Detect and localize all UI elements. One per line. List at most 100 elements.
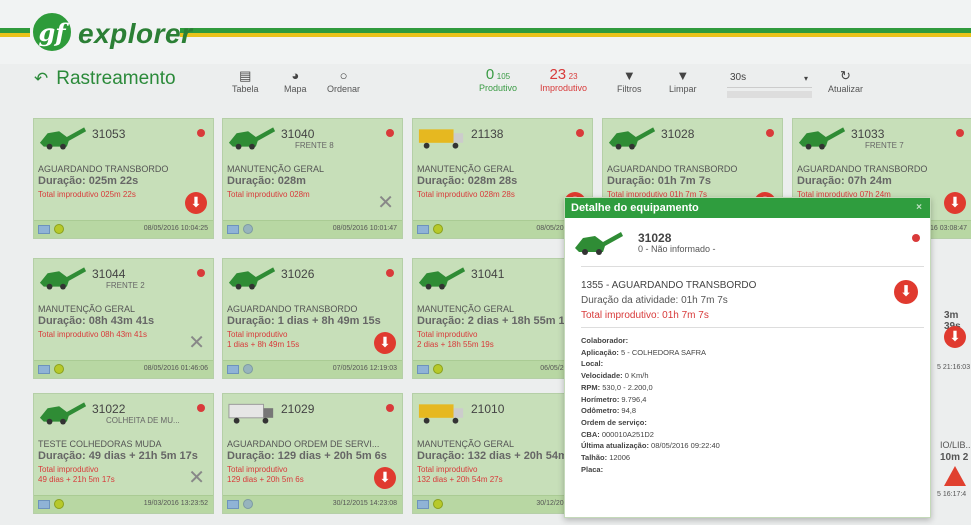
unproductive-total: Total improdutivo 2 dias + 18h 55m 19s: [417, 330, 494, 350]
activity-status: AGUARDANDO TRANSBORDO: [607, 164, 738, 174]
table-view-button[interactable]: ▤ Tabela: [232, 68, 259, 94]
unproductive-label: Total improdutivo: [417, 330, 478, 339]
status-dot: [386, 129, 394, 137]
mail-icon[interactable]: [227, 225, 239, 234]
alert-icon[interactable]: ⬇: [944, 192, 966, 214]
chevron-down-icon: ▾: [803, 74, 808, 83]
equipment-front: COLHEITA DE MU...: [106, 416, 180, 425]
mail-icon[interactable]: [38, 225, 50, 234]
equipment-id: 31028: [638, 231, 672, 245]
tools-icon: ✕: [377, 192, 394, 214]
field-row: Aplicação: 5 - COLHEDORA SAFRA: [581, 347, 720, 359]
power-icon: [54, 364, 64, 374]
status-dot: [956, 129, 964, 137]
activity-duration: Duração: 132 dias + 20h 54m: [417, 450, 568, 462]
equipment-card[interactable]: 31022 COLHEITA DE MU... TESTE COLHEDORAS M…: [33, 393, 214, 514]
mail-icon[interactable]: [227, 500, 239, 509]
equipment-id: 21010: [471, 402, 505, 416]
refresh-button[interactable]: ↻ Atualizar: [828, 68, 863, 94]
productive-counter[interactable]: 0 105 Produtivo: [479, 66, 517, 93]
alert-icon[interactable]: ⬇: [185, 192, 207, 214]
field-row: CBA: 000010A251D2: [581, 429, 720, 441]
popup-title: Detalhe do equipamento: [571, 202, 699, 214]
field-value: 12006: [607, 453, 631, 463]
equipment-card[interactable]: 31044 FRENTE 2 MANUTENÇÃO GERAL Duração: 08…: [33, 258, 214, 379]
map-view-label: Mapa: [284, 84, 307, 94]
tools-icon: ✕: [188, 467, 205, 489]
alert-icon[interactable]: ⬇: [374, 467, 396, 489]
toolbar: ↶ Rastreamento ▤ Tabela ◕ Mapa ○ Ordenar…: [0, 64, 971, 106]
harvester-icon: [39, 402, 87, 425]
status-dot: [576, 129, 584, 137]
harvester-icon: [608, 127, 656, 150]
unproductive-value: 1 dias + 8h 49m 15s: [227, 340, 300, 349]
status-dot: [386, 404, 394, 412]
mail-icon[interactable]: [38, 500, 50, 509]
card-duration-partial: 10m 2: [940, 452, 969, 463]
harvester-icon: [39, 127, 87, 150]
status-dot: [766, 129, 774, 137]
power-icon: [54, 499, 64, 509]
alert-icon[interactable]: ⬇: [944, 326, 966, 348]
clear-filter-button[interactable]: ▼ Limpar: [669, 68, 697, 94]
field-row: Ordem de serviço:: [581, 417, 720, 429]
refresh-label: Atualizar: [828, 84, 864, 94]
alert-icon[interactable]: ⬇: [894, 280, 918, 304]
mail-icon[interactable]: [227, 365, 239, 374]
field-label: RPM:: [581, 382, 601, 392]
equipment-id: 21029: [281, 402, 315, 416]
app-header: gf explorer: [0, 0, 971, 64]
harvester-icon: [228, 127, 276, 150]
back-button[interactable]: ↶ Rastreamento: [34, 68, 176, 90]
unproductive-label: Total improdutivo: [38, 465, 99, 474]
power-icon: [433, 499, 443, 509]
unproductive-total: Total improdutivo 028m 28s: [417, 190, 515, 200]
sort-button[interactable]: ○ Ordenar: [327, 68, 360, 94]
field-value: 9.796,4: [619, 394, 647, 404]
interval-value: 30s: [730, 72, 747, 83]
unproductive-value: 132 dias + 20h 54m 27s: [417, 475, 503, 484]
equipment-card[interactable]: 21029 AGUARDANDO ORDEM DE SERVI... Duração…: [222, 393, 403, 514]
field-label: Última atualização:: [581, 441, 649, 451]
equipment-id: 31044: [92, 267, 126, 281]
field-label: Velocidade:: [581, 371, 623, 381]
field-label: Odômetro:: [581, 406, 620, 416]
mail-icon[interactable]: [417, 225, 429, 234]
unproductive-label: Total improdutivo 08h 43m 41s: [38, 330, 147, 339]
field-label: Aplicação:: [581, 347, 619, 357]
card-date-partial: 5 21:16:03: [937, 364, 971, 371]
power-icon: [433, 364, 443, 374]
clear-filter-icon: ▼: [676, 68, 690, 83]
interval-select[interactable]: 30s ▾: [727, 72, 812, 88]
filter-button[interactable]: ▼ Filtros: [617, 68, 642, 94]
card-status-partial: IO/LIB...: [940, 440, 971, 450]
mail-icon[interactable]: [38, 365, 50, 374]
alert-icon[interactable]: ⬇: [374, 332, 396, 354]
equipment-id: 31040: [281, 127, 315, 141]
card-footer: 08/05/2016 10:01:47: [223, 220, 402, 238]
last-update: 19/03/2016 13:23:52: [143, 500, 208, 507]
back-arrow-icon: ↶: [34, 69, 49, 88]
equipment-card[interactable]: 31026 AGUARDANDO TRANSBORDO Duração: 1 dia…: [222, 258, 403, 379]
mail-icon[interactable]: [417, 365, 429, 374]
field-label: Colaborador:: [581, 336, 629, 345]
equipment-card[interactable]: 31040 FRENTE 8 MANUTENÇÃO GERAL Duração: 02…: [222, 118, 403, 239]
unproductive-count: 23: [549, 66, 567, 83]
tools-icon: ✕: [188, 332, 205, 354]
close-icon[interactable]: ×: [916, 202, 922, 213]
activity-duration: Duração: 025m 22s: [38, 175, 139, 187]
map-view-button[interactable]: ◕ Mapa: [284, 68, 307, 94]
unproductive-label: Total improdutivo 025m 22s: [38, 190, 136, 199]
field-row: Última atualização: 08/05/2016 09:22:40: [581, 440, 720, 452]
unproductive-counter[interactable]: 23 23 Improdutivo: [540, 66, 587, 93]
field-value: 94,8: [619, 406, 637, 416]
divider: [581, 327, 924, 328]
unproductive-value: 129 dias + 20h 5m 6s: [227, 475, 304, 484]
last-update: 08/05/2016 10:01:47: [332, 225, 397, 232]
mail-icon[interactable]: [417, 500, 429, 509]
equipment-card[interactable]: 31053 AGUARDANDO TRANSBORDO Duração: 025m …: [33, 118, 214, 239]
activity-duration: Duração: 2 dias + 18h 55m 1: [417, 315, 565, 327]
status-dot: [912, 234, 920, 242]
activity-duration: Duração: 01h 7m 7s: [607, 175, 711, 187]
activity-duration: Duração: 129 dias + 20h 5m 6s: [227, 450, 387, 462]
